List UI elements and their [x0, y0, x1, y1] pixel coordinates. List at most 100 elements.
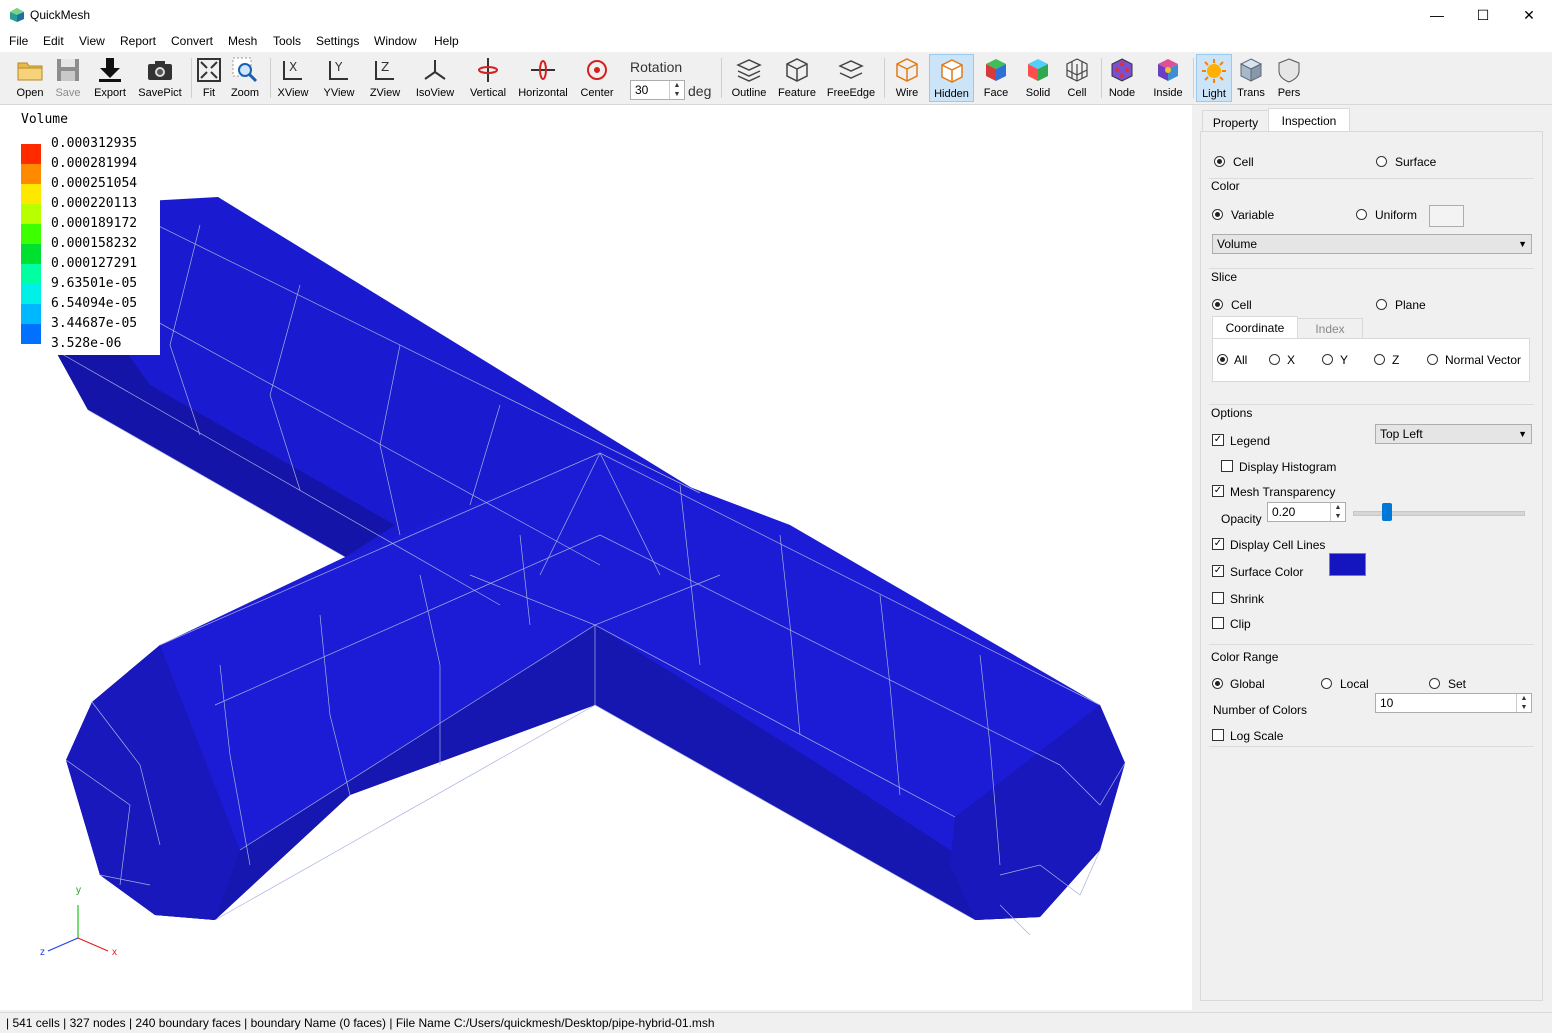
- uniform-color-button[interactable]: [1429, 205, 1464, 227]
- node-button[interactable]: Node: [1104, 54, 1140, 102]
- export-button[interactable]: Export: [90, 54, 130, 102]
- variable-label: Variable: [1231, 208, 1275, 222]
- isometric-axes-icon: [424, 60, 446, 80]
- menu-settings[interactable]: Settings: [316, 34, 359, 48]
- coord-x-radio[interactable]: [1269, 354, 1280, 365]
- axis-z-label: z: [40, 947, 45, 958]
- cell-button[interactable]: Cell: [1060, 54, 1094, 102]
- opacity-slider-thumb[interactable]: [1382, 503, 1392, 521]
- rotation-spinbox[interactable]: 30 ▲ ▼: [630, 80, 685, 100]
- minimize-button[interactable]: —: [1414, 0, 1460, 30]
- cell-lines-label: Display Cell Lines: [1230, 538, 1326, 552]
- inside-button[interactable]: Inside: [1148, 54, 1188, 102]
- legend-position-select[interactable]: Top Left ▼: [1375, 424, 1532, 444]
- cell-radio[interactable]: [1214, 156, 1225, 167]
- tab-coordinate[interactable]: Coordinate: [1212, 316, 1298, 339]
- outline-button[interactable]: Outline: [728, 54, 770, 102]
- coord-y-radio[interactable]: [1322, 354, 1333, 365]
- splitter[interactable]: [1192, 105, 1200, 1010]
- opacity-slider-track[interactable]: [1353, 511, 1525, 516]
- fit-button[interactable]: Fit: [194, 54, 224, 102]
- range-local-radio[interactable]: [1321, 678, 1332, 689]
- range-set-radio[interactable]: [1429, 678, 1440, 689]
- save-button[interactable]: Save: [50, 54, 86, 102]
- svg-text:X: X: [289, 60, 297, 74]
- coord-normal-radio[interactable]: [1427, 354, 1438, 365]
- open-button[interactable]: Open: [12, 54, 48, 102]
- hidden-button[interactable]: Hidden: [929, 54, 974, 102]
- horizontal-rotate-icon: [531, 60, 555, 80]
- toolbar-separator: [721, 58, 722, 98]
- menu-file[interactable]: File: [9, 34, 28, 48]
- wire-button[interactable]: Wire: [888, 54, 926, 102]
- svg-text:Y: Y: [334, 60, 343, 74]
- menu-window[interactable]: Window: [374, 34, 417, 48]
- zoom-button[interactable]: Zoom: [228, 54, 262, 102]
- menu-convert[interactable]: Convert: [171, 34, 213, 48]
- 3d-viewport[interactable]: y x z Volume 0.000312935 0.000281994 0.000…: [0, 105, 1192, 1010]
- number-of-colors-spin-arrows[interactable]: ▲ ▼: [1516, 694, 1531, 712]
- transparency-button[interactable]: Trans: [1234, 54, 1268, 102]
- horizontal-rotate-button[interactable]: Horizontal: [516, 54, 570, 102]
- menu-report[interactable]: Report: [120, 34, 156, 48]
- toolbar-separator: [1101, 58, 1102, 98]
- transparency-checkbox[interactable]: ✓: [1212, 485, 1224, 497]
- legend-swatch: [21, 164, 41, 184]
- cell-lines-checkbox[interactable]: ✓: [1212, 538, 1224, 550]
- clip-checkbox[interactable]: [1212, 617, 1224, 629]
- save-picture-button[interactable]: SavePict: [136, 54, 184, 102]
- center-button[interactable]: Center: [576, 54, 618, 102]
- menu-edit[interactable]: Edit: [43, 34, 64, 48]
- tab-index[interactable]: Index: [1297, 318, 1363, 339]
- feature-button[interactable]: Feature: [775, 54, 819, 102]
- close-button[interactable]: ✕: [1506, 0, 1552, 30]
- uniform-radio[interactable]: [1356, 209, 1367, 220]
- coord-all-radio[interactable]: [1217, 354, 1228, 365]
- color-legend: Volume 0.000312935 0.000281994 0.000251054…: [12, 111, 160, 355]
- maximize-button[interactable]: ☐: [1460, 0, 1506, 30]
- vertical-rotate-button[interactable]: Vertical: [466, 54, 510, 102]
- legend-checkbox[interactable]: ✓: [1212, 434, 1224, 446]
- rotation-label: Rotation: [630, 59, 683, 75]
- coord-z-radio[interactable]: [1374, 354, 1385, 365]
- title-bar: QuickMesh — ☐ ✕: [0, 0, 1552, 30]
- range-global-radio[interactable]: [1212, 678, 1223, 689]
- menu-tools[interactable]: Tools: [273, 34, 301, 48]
- opacity-spin-arrows[interactable]: ▲ ▼: [1330, 503, 1345, 521]
- solid-cube-icon: [1028, 59, 1048, 81]
- y-view-button[interactable]: Y YView: [320, 54, 358, 102]
- perspective-button[interactable]: Pers: [1272, 54, 1306, 102]
- legend-swatch: [21, 144, 41, 164]
- shrink-checkbox[interactable]: [1212, 592, 1224, 604]
- iso-view-button[interactable]: IsoView: [412, 54, 458, 102]
- surface-radio[interactable]: [1376, 156, 1387, 167]
- solid-button[interactable]: Solid: [1020, 54, 1056, 102]
- mesh-render[interactable]: [0, 105, 1192, 1010]
- surface-color-button[interactable]: [1329, 553, 1366, 576]
- x-view-button[interactable]: X XView: [274, 54, 312, 102]
- log-scale-checkbox[interactable]: [1212, 729, 1224, 741]
- light-button[interactable]: Light: [1196, 54, 1232, 102]
- tab-inspection[interactable]: Inspection: [1268, 108, 1350, 132]
- z-view-button[interactable]: Z ZView: [366, 54, 404, 102]
- fit-to-screen-icon: [197, 58, 221, 82]
- menu-help[interactable]: Help: [434, 34, 459, 48]
- opacity-value: 0.20: [1272, 505, 1296, 519]
- tab-property[interactable]: Property: [1202, 110, 1269, 132]
- node-grid-icon: [1111, 58, 1133, 82]
- surface-color-checkbox[interactable]: ✓: [1212, 565, 1224, 577]
- slice-cell-radio[interactable]: [1212, 299, 1223, 310]
- variable-select[interactable]: Volume ▼: [1212, 234, 1532, 254]
- menu-mesh[interactable]: Mesh: [228, 34, 257, 48]
- menu-view[interactable]: View: [79, 34, 105, 48]
- opacity-spinbox[interactable]: 0.20 ▲ ▼: [1267, 502, 1346, 522]
- number-of-colors-spinbox[interactable]: 10 ▲ ▼: [1375, 693, 1532, 713]
- histogram-checkbox[interactable]: [1221, 460, 1233, 472]
- face-button[interactable]: Face: [978, 54, 1014, 102]
- free-edge-button[interactable]: FreeEdge: [826, 54, 876, 102]
- variable-radio[interactable]: [1212, 209, 1223, 220]
- slice-plane-radio[interactable]: [1376, 299, 1387, 310]
- rotation-spin-arrows[interactable]: ▲ ▼: [669, 81, 684, 99]
- inspection-content: Cell Surface Color Variable Uniform Volu…: [1200, 131, 1543, 1001]
- z-axis-view-icon: Z: [375, 60, 394, 80]
